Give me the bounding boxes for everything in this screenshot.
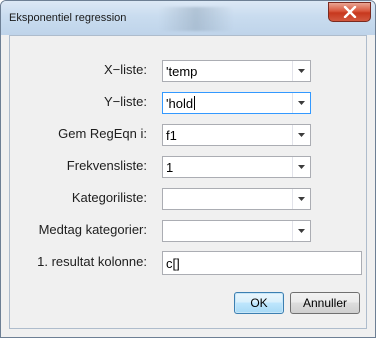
chevron-down-icon [298, 165, 305, 169]
dialog-body: X−liste: 'temp Y−liste: 'hold Gem RegEqn… [9, 35, 367, 329]
frequency-list-value: 1 [166, 160, 174, 175]
chevron-down-icon [298, 101, 305, 105]
title-bar[interactable]: Eksponentiel regression [1, 1, 375, 35]
y-list-combobox[interactable]: 'hold [162, 92, 311, 114]
x-list-combobox[interactable]: 'temp [162, 60, 311, 82]
cancel-button[interactable]: Annuller [290, 292, 360, 314]
category-list-label: Kategoriliste: [71, 190, 147, 205]
save-regeqn-label: Gem RegEqn i: [58, 126, 147, 141]
y-list-dropdown-button[interactable] [292, 93, 310, 113]
chevron-down-icon [298, 197, 305, 201]
include-categories-combobox[interactable] [162, 220, 311, 242]
dialog-window: Eksponentiel regression X−liste: 'temp Y… [0, 0, 376, 338]
window-title: Eksponentiel regression [9, 12, 127, 24]
close-icon [343, 6, 357, 18]
include-categories-dropdown-button[interactable] [292, 221, 310, 241]
y-list-value-text: 'hold [166, 96, 194, 111]
first-result-column-value: c[] [166, 256, 180, 271]
category-list-combobox[interactable] [162, 188, 311, 210]
ok-button[interactable]: OK [234, 292, 284, 314]
y-list-label: Y−liste: [104, 94, 147, 109]
x-list-value: 'temp [166, 64, 198, 79]
text-caret [194, 96, 196, 110]
close-button[interactable] [328, 2, 371, 22]
save-regeqn-dropdown-button[interactable] [292, 125, 310, 145]
save-regeqn-value: f1 [166, 128, 177, 143]
frequency-list-label: Frekvensliste: [66, 158, 147, 173]
chevron-down-icon [298, 229, 305, 233]
first-result-column-label: 1. resultat kolonne: [37, 254, 147, 269]
frequency-list-dropdown-button[interactable] [292, 157, 310, 177]
y-list-value: 'hold [166, 96, 196, 111]
x-list-label: X−liste: [104, 62, 147, 77]
frequency-list-combobox[interactable]: 1 [162, 156, 311, 178]
first-result-column-input[interactable]: c[] [162, 251, 362, 275]
category-list-dropdown-button[interactable] [292, 189, 310, 209]
title-bar-background-reflection [159, 7, 233, 31]
chevron-down-icon [298, 133, 305, 137]
x-list-dropdown-button[interactable] [292, 61, 310, 81]
chevron-down-icon [298, 69, 305, 73]
save-regeqn-combobox[interactable]: f1 [162, 124, 311, 146]
include-categories-label: Medtag kategorier: [38, 222, 147, 237]
